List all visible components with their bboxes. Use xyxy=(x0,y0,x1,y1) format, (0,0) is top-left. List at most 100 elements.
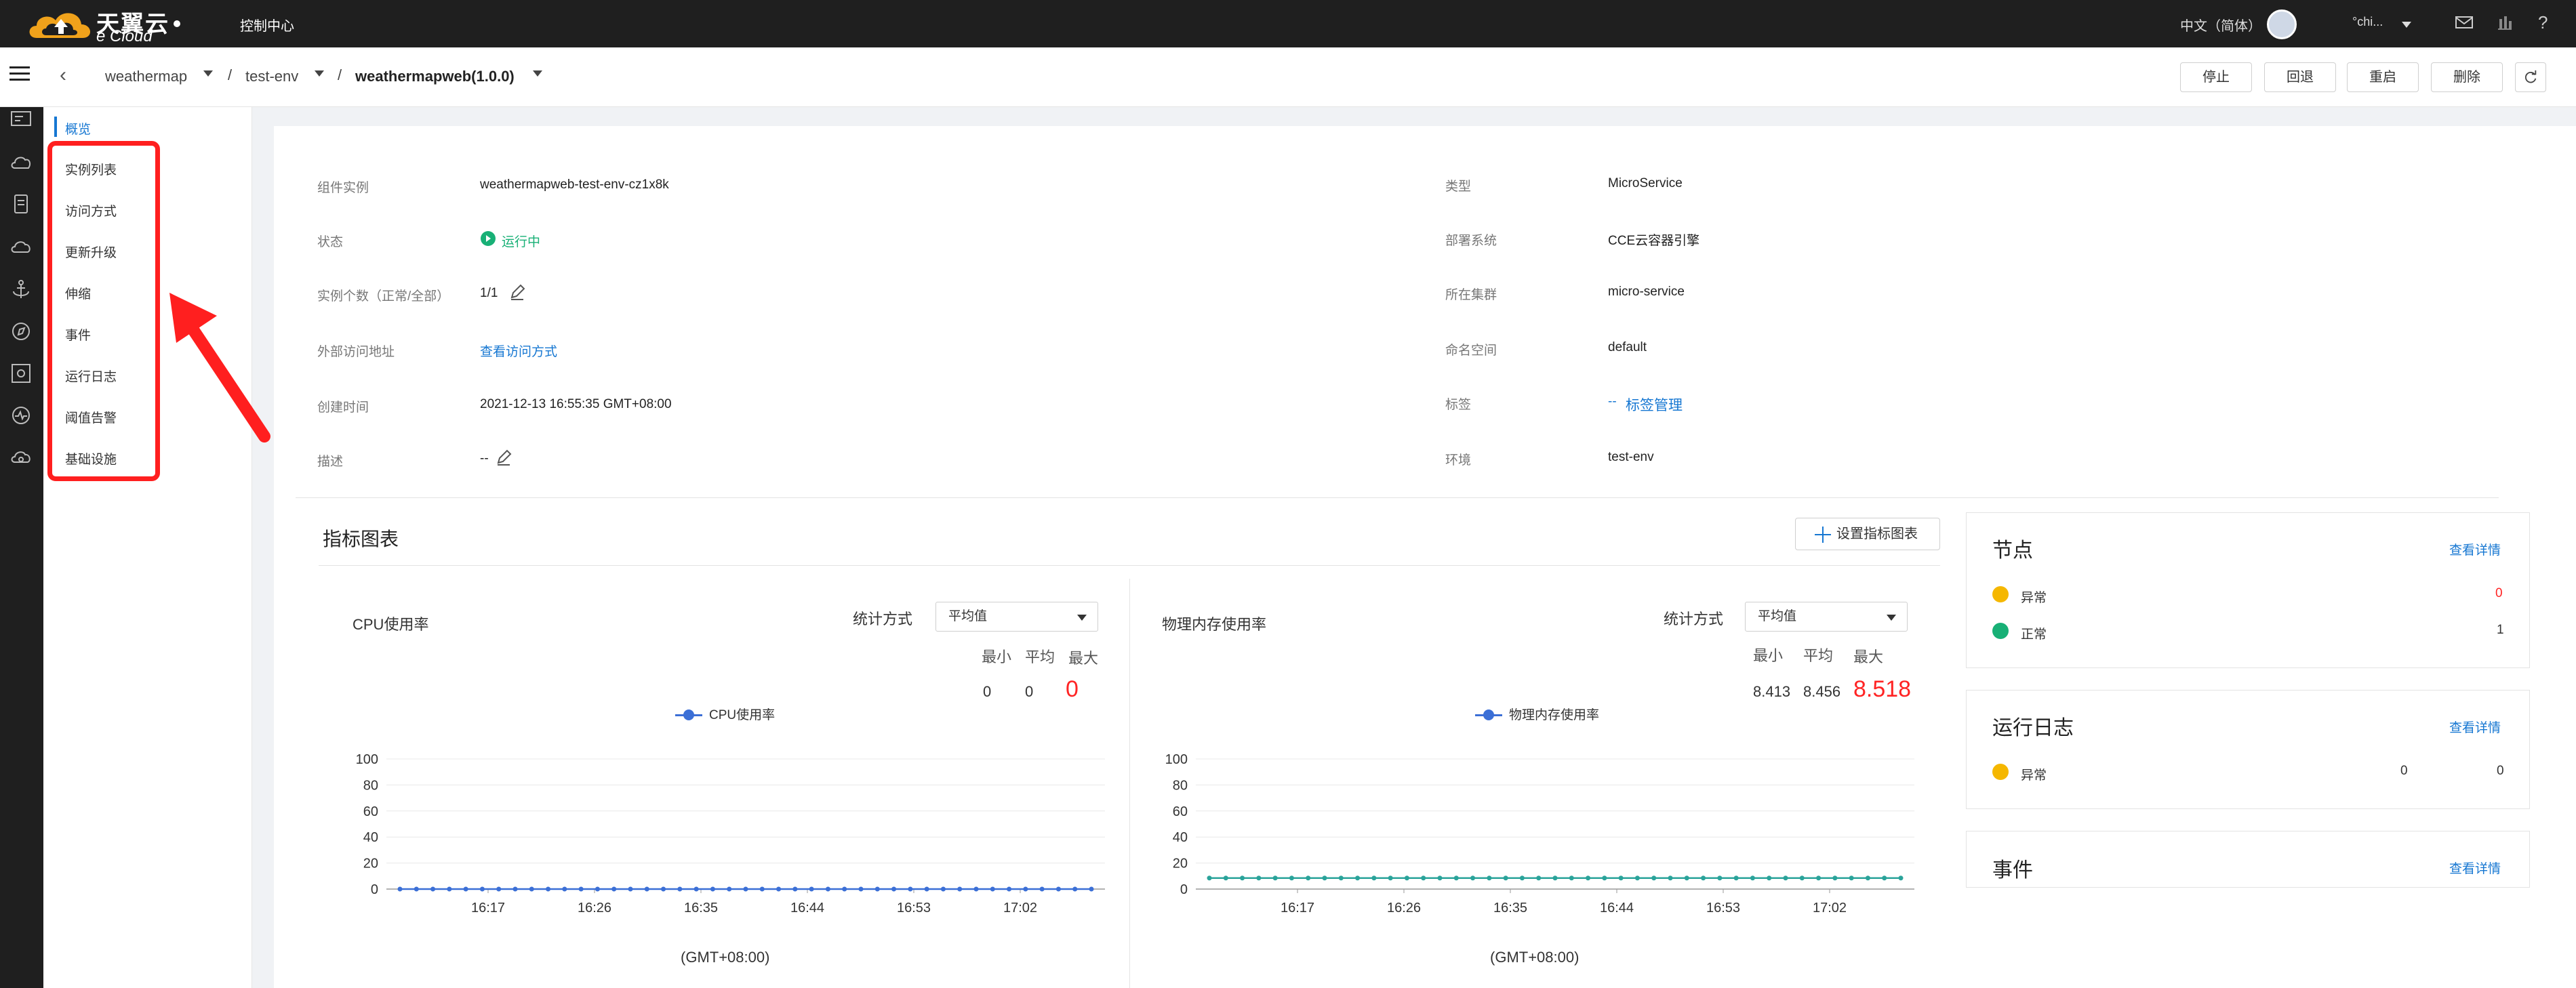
chevron-down-icon xyxy=(1887,615,1896,621)
edit-icon[interactable] xyxy=(508,283,526,301)
data-point xyxy=(1849,876,1854,881)
info-value: 1/1 xyxy=(480,286,498,300)
env-chevron-down-icon[interactable] xyxy=(315,70,324,77)
mem-stat-select[interactable]: 平均值 xyxy=(1745,602,1908,632)
target-icon[interactable] xyxy=(9,362,33,385)
data-point xyxy=(479,886,485,892)
cpu-legend-label: CPU使用率 xyxy=(709,708,776,722)
username[interactable]: °chi... xyxy=(2352,15,2383,29)
red-arrow-annotation xyxy=(169,293,270,442)
x-tick-label: 17:02 xyxy=(1813,901,1847,915)
language-selector[interactable]: 中文（简体） xyxy=(2180,15,2261,35)
data-point xyxy=(1453,876,1459,881)
subnav-item-overview[interactable]: 概览 xyxy=(65,119,91,138)
anchor-icon[interactable] xyxy=(9,278,33,301)
data-point xyxy=(414,886,419,892)
data-point xyxy=(1272,876,1278,881)
data-point xyxy=(1717,876,1723,881)
data-point xyxy=(1338,876,1344,881)
view-access-link[interactable]: 查看访问方式 xyxy=(480,342,557,360)
data-point xyxy=(1240,876,1245,881)
data-point xyxy=(1223,876,1228,881)
data-point xyxy=(562,886,567,892)
events-card-title: 事件 xyxy=(1992,859,2033,882)
service-icon-rail xyxy=(0,107,43,988)
stop-button[interactable]: 停止 xyxy=(2180,62,2252,92)
cloud-gear-icon[interactable] xyxy=(9,446,33,469)
data-point xyxy=(776,886,782,892)
delete-button[interactable]: 删除 xyxy=(2431,62,2503,92)
refresh-button[interactable] xyxy=(2515,62,2546,92)
info-value: CCE云容器引擎 xyxy=(1608,234,1700,248)
menu-icon[interactable] xyxy=(8,62,31,85)
warning-icon xyxy=(1992,764,2009,780)
info-label: 标签 xyxy=(1445,398,1472,412)
tag-manage-link[interactable]: 标签管理 xyxy=(1626,394,1683,415)
min-label: 最小 xyxy=(1753,647,1784,664)
data-point xyxy=(1089,886,1094,892)
data-point xyxy=(463,886,468,892)
mail-icon[interactable] xyxy=(2454,12,2474,33)
data-point xyxy=(595,886,600,892)
data-point xyxy=(1039,886,1045,892)
rollback-button[interactable]: 回退 xyxy=(2264,62,2336,92)
logs-details-link[interactable]: 查看详情 xyxy=(2449,718,2501,736)
cpu-x-axis-label: (GMT+08:00) xyxy=(681,949,770,966)
data-point xyxy=(759,886,765,892)
data-point xyxy=(546,886,551,892)
mem-chart-title: 物理内存使用率 xyxy=(1162,616,1267,633)
info-label: 状态 xyxy=(317,235,344,249)
compass-icon[interactable] xyxy=(9,320,33,343)
dashboard-icon[interactable] xyxy=(9,107,33,130)
back-arrow-icon[interactable]: ‹ xyxy=(60,64,66,87)
chart-separator xyxy=(1129,579,1130,988)
help-icon[interactable]: ? xyxy=(2533,12,2553,33)
x-tick-label: 16:26 xyxy=(1387,901,1421,915)
data-point xyxy=(1783,876,1788,881)
x-tick-label: 16:53 xyxy=(897,901,931,915)
data-point xyxy=(1882,876,1887,881)
data-point xyxy=(858,886,864,892)
logs-abnormal-value: 0 xyxy=(2400,764,2408,778)
events-details-link[interactable]: 查看详情 xyxy=(2449,859,2501,877)
mem-legend[interactable]: 物理内存使用率 xyxy=(1475,705,1599,723)
data-point xyxy=(1536,876,1542,881)
app-chevron-down-icon[interactable] xyxy=(203,70,213,77)
configure-metrics-button[interactable]: 设置指标图表 xyxy=(1795,518,1940,550)
data-point xyxy=(1552,876,1558,881)
document-icon[interactable] xyxy=(9,192,33,215)
edit-icon[interactable] xyxy=(495,449,512,466)
nodes-details-link[interactable]: 查看详情 xyxy=(2449,540,2501,558)
user-chevron-down-icon[interactable] xyxy=(2402,22,2411,28)
data-point xyxy=(1322,876,1327,881)
avatar[interactable] xyxy=(2267,9,2297,39)
nodes-card-title: 节点 xyxy=(1992,539,2033,562)
cloud-icon[interactable] xyxy=(9,236,33,259)
data-point xyxy=(1207,876,1212,881)
cpu-legend[interactable]: CPU使用率 xyxy=(675,705,775,723)
data-point xyxy=(1072,886,1078,892)
x-tick-label: 17:02 xyxy=(1003,901,1037,915)
data-point xyxy=(973,886,979,892)
console-link[interactable]: 控制中心 xyxy=(240,15,294,35)
restart-button[interactable]: 重启 xyxy=(2347,62,2419,92)
cpu-stat-select[interactable]: 平均值 xyxy=(935,602,1098,632)
cloud-service-icon[interactable] xyxy=(9,150,33,173)
bar-chart-icon[interactable] xyxy=(2495,12,2515,33)
breadcrumb-component: weathermapweb(1.0.0) xyxy=(355,68,515,85)
data-point xyxy=(1750,876,1755,881)
breadcrumb-env[interactable]: test-env xyxy=(245,68,298,85)
data-point xyxy=(661,886,666,892)
breadcrumb-app[interactable]: weathermap xyxy=(105,68,187,85)
data-point xyxy=(924,886,929,892)
section-divider xyxy=(296,497,2499,498)
running-status-icon xyxy=(481,231,496,246)
data-point xyxy=(1684,876,1689,881)
component-chevron-down-icon[interactable] xyxy=(533,70,542,77)
info-value: micro-service xyxy=(1608,285,1685,299)
monitor-icon[interactable] xyxy=(9,404,33,427)
ecloud-logo[interactable]: 天翼云 e Cloud xyxy=(26,3,182,45)
cpu-stat-value: 平均值 xyxy=(948,609,988,623)
cpu-max-value: 0 xyxy=(1066,676,1079,702)
data-point xyxy=(809,886,814,892)
